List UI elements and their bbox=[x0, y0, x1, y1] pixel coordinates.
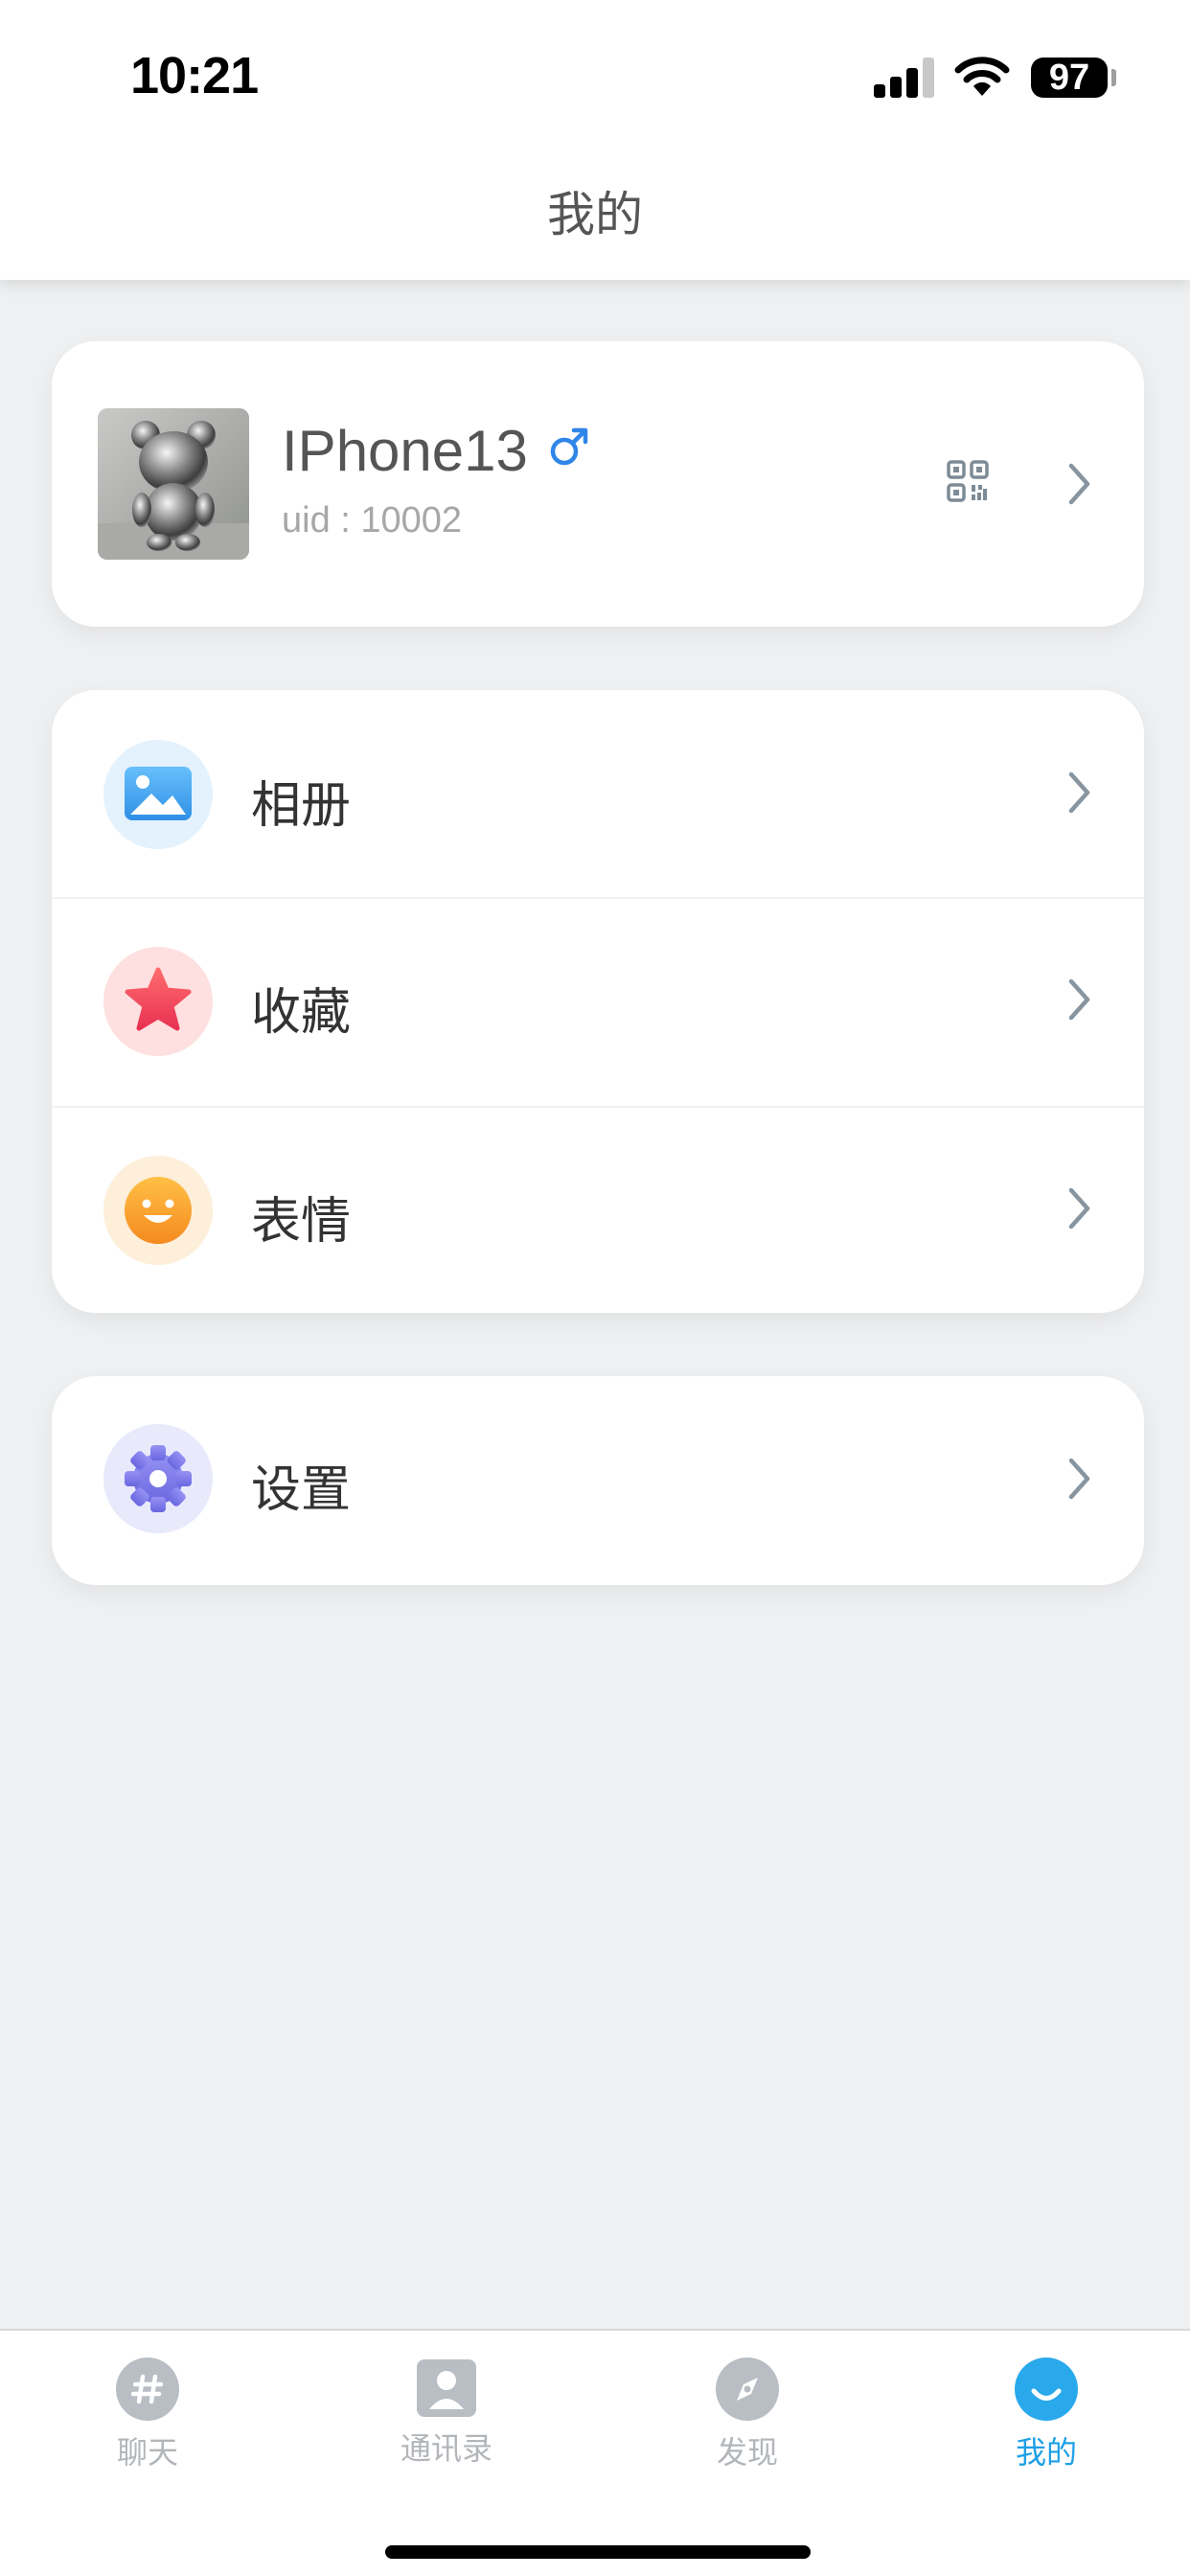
settings-card: 设置 bbox=[52, 1376, 1144, 1585]
album-icon bbox=[103, 740, 213, 849]
chevron-right-icon bbox=[1068, 771, 1090, 814]
battery-icon: 97 bbox=[1031, 58, 1108, 98]
top-bar: 10:21 97 我的 bbox=[0, 0, 1190, 280]
menu-item-album[interactable]: 相册 bbox=[52, 690, 1144, 897]
menu-item-label: 设置 bbox=[251, 1461, 352, 1519]
tab-chat[interactable]: 聊天 bbox=[61, 2358, 234, 2472]
cellular-signal-icon bbox=[874, 58, 935, 98]
menu-item-label: 表情 bbox=[251, 1193, 352, 1251]
battery-cap bbox=[1111, 69, 1116, 86]
avatar[interactable] bbox=[98, 408, 249, 560]
compass-icon bbox=[716, 2358, 779, 2421]
username: IPhone13 bbox=[282, 419, 528, 483]
uid-text: uid : 10002 bbox=[282, 500, 463, 540]
chevron-right-icon bbox=[1068, 978, 1090, 1021]
menu-item-favorites[interactable]: 收藏 bbox=[52, 897, 1144, 1104]
chevron-right-icon[interactable] bbox=[1065, 462, 1092, 506]
tab-bar: 聊天 通讯录 发现 我的 bbox=[0, 2329, 1190, 2576]
tab-label: 聊天 bbox=[116, 2434, 178, 2471]
tab-label: 通讯录 bbox=[400, 2430, 492, 2467]
tab-label: 发现 bbox=[716, 2434, 778, 2471]
tab-me[interactable]: 我的 bbox=[960, 2358, 1133, 2472]
profile-card[interactable]: IPhone13 uid : 10002 bbox=[52, 341, 1144, 627]
menu-card: 相册 收藏 表情 bbox=[52, 690, 1144, 1313]
page-title: 我的 bbox=[547, 187, 643, 242]
wifi-icon bbox=[954, 57, 1010, 96]
menu-item-label: 相册 bbox=[251, 777, 352, 835]
contacts-icon bbox=[417, 2359, 476, 2417]
tab-contacts[interactable]: 通讯录 bbox=[360, 2358, 533, 2469]
chevron-right-icon bbox=[1068, 1187, 1090, 1230]
tab-label: 我的 bbox=[1015, 2434, 1077, 2471]
hash-chat-icon bbox=[116, 2358, 179, 2421]
gear-icon bbox=[103, 1424, 213, 1533]
home-indicator bbox=[385, 2545, 811, 2559]
qr-code-icon[interactable] bbox=[947, 460, 989, 502]
menu-item-stickers[interactable]: 表情 bbox=[52, 1106, 1144, 1313]
smile-icon bbox=[1015, 2358, 1078, 2421]
chevron-right-icon bbox=[1068, 1458, 1090, 1500]
male-icon bbox=[550, 427, 588, 466]
star-icon bbox=[103, 947, 213, 1056]
status-time: 10:21 bbox=[130, 47, 259, 104]
menu-item-settings[interactable]: 设置 bbox=[52, 1376, 1144, 1583]
menu-item-label: 收藏 bbox=[251, 984, 352, 1042]
smiley-icon bbox=[103, 1156, 213, 1265]
tab-discover[interactable]: 发现 bbox=[661, 2358, 834, 2472]
